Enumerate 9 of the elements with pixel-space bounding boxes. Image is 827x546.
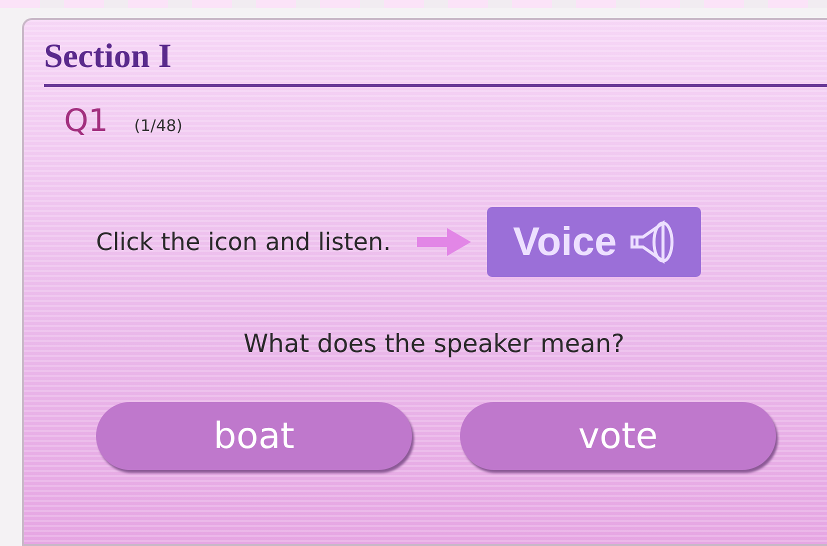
section-title: Section I <box>44 38 827 87</box>
answer-button[interactable]: vote <box>460 402 776 470</box>
voice-button[interactable]: Voice <box>486 207 701 277</box>
question-prompt: What does the speaker mean? <box>242 328 626 358</box>
question-number: Q1 <box>64 103 108 139</box>
speaker-icon <box>628 219 675 265</box>
answer-button[interactable]: boat <box>96 402 412 470</box>
arrow-icon <box>416 228 471 256</box>
instruction-text: Click the icon and listen. <box>96 228 391 256</box>
